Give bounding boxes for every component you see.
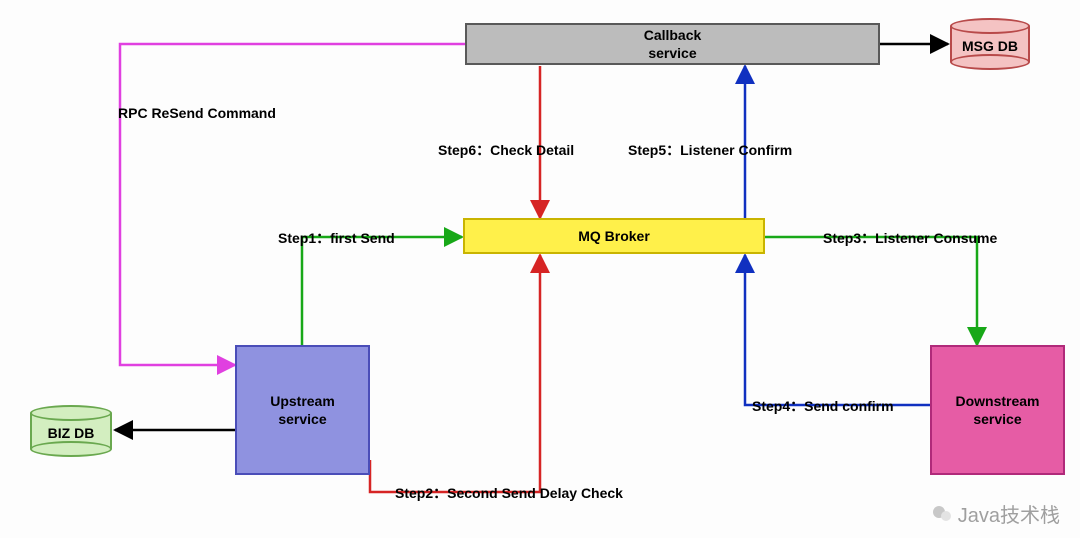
step3-label: Step3：Listener Consume [823,228,997,248]
rpc-label: RPC ReSend Command [118,105,276,121]
step4-label: Step4：Send confirm [752,396,894,416]
mq-broker-label: MQ Broker [578,227,650,245]
watermark-text: Java技术栈 [958,499,1060,528]
msg-db-label: MSG DB [950,38,1030,54]
step1-label: Step1：first Send [278,228,395,248]
wechat-icon [930,502,954,526]
upstream-service-box: Upstream service [235,345,370,475]
watermark: Java技术栈 [930,499,1060,528]
downstream-service-label: Downstream service [955,392,1039,428]
downstream-service-box: Downstream service [930,345,1065,475]
callback-service-label: Callback service [644,26,702,62]
upstream-service-label: Upstream service [270,392,335,428]
step2-label: Step2：Second Send Delay Check [395,483,623,503]
mq-broker-box: MQ Broker [463,218,765,254]
msg-db-cylinder: MSG DB [950,18,1030,70]
step6-label: Step6：Check Detail [438,140,574,160]
step5-label: Step5：Listener Confirm [628,140,792,160]
biz-db-label: BIZ DB [30,425,112,441]
biz-db-cylinder: BIZ DB [30,405,112,457]
callback-service-box: Callback service [465,23,880,65]
